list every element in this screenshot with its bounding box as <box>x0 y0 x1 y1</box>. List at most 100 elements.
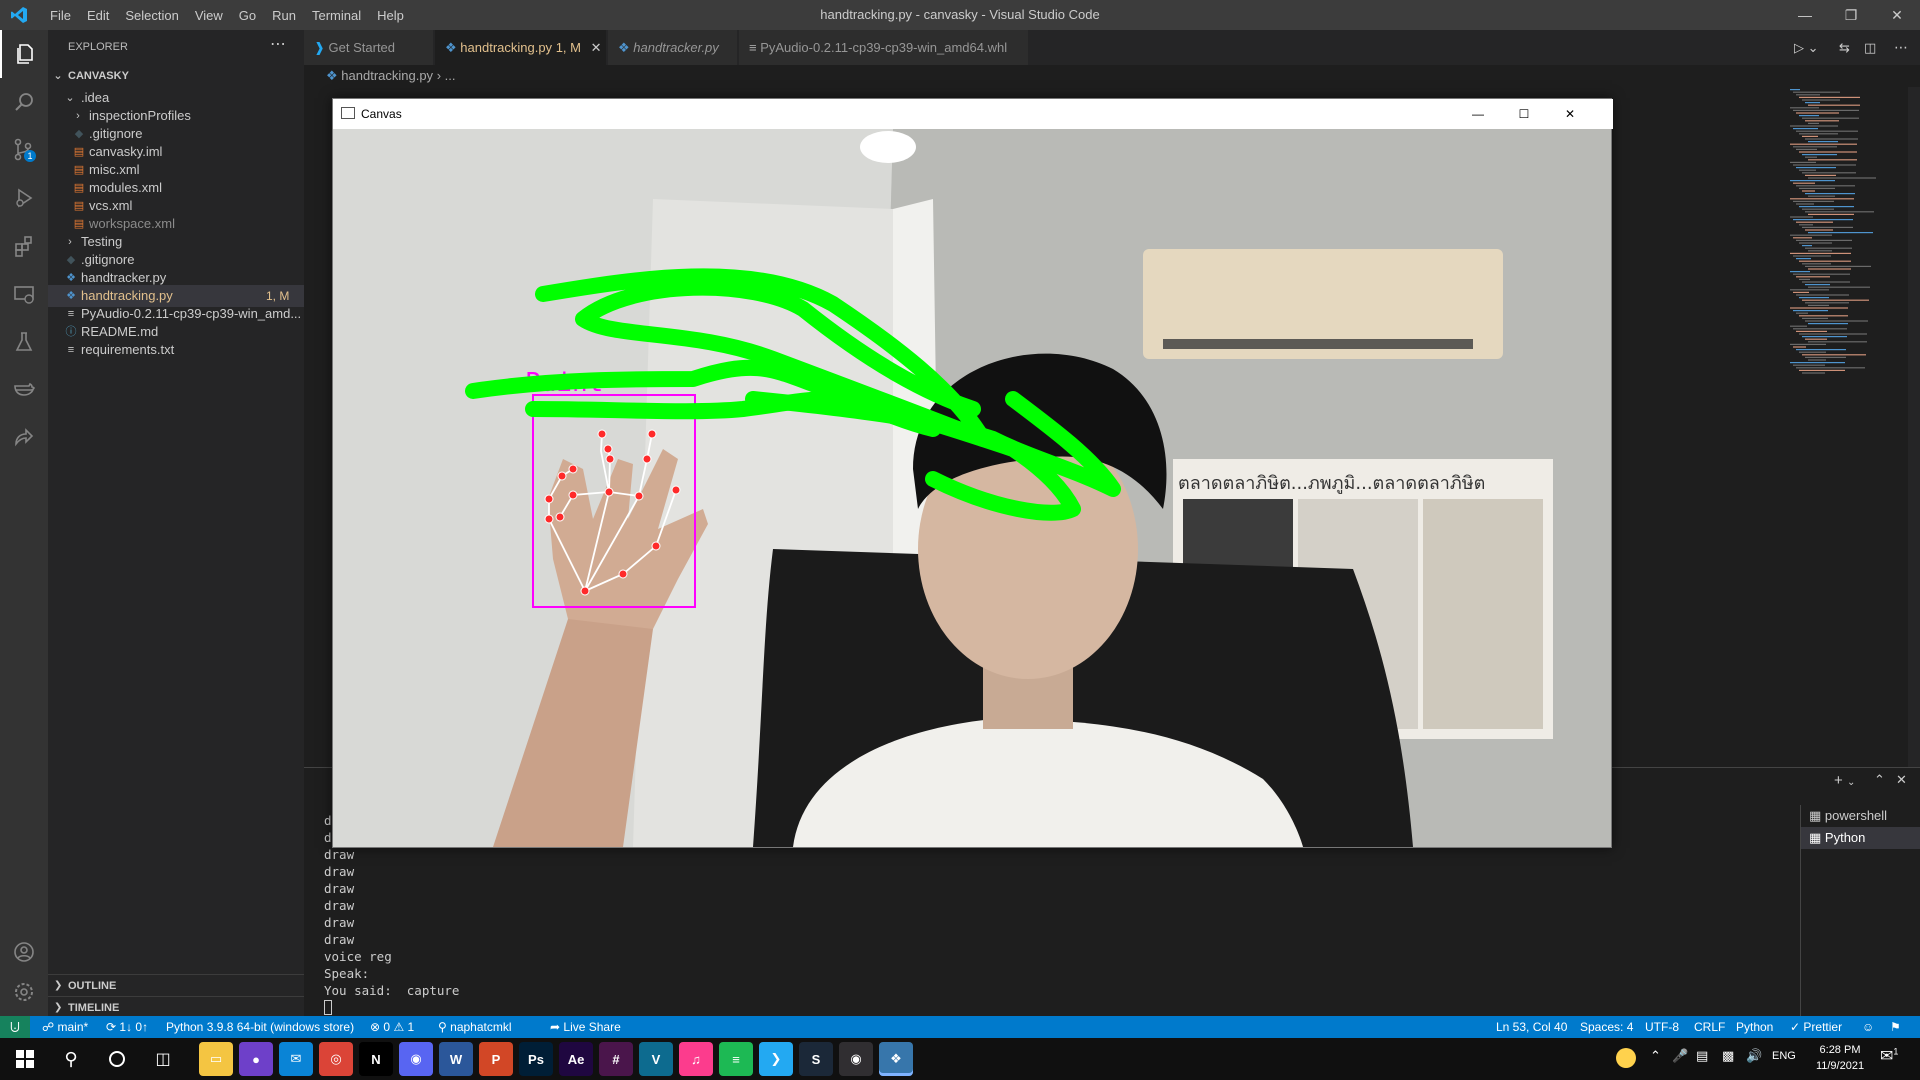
branch-indicator[interactable]: ☍ main* <box>42 1016 88 1038</box>
windows-start-icon[interactable] <box>8 1042 42 1076</box>
menu-file[interactable]: File <box>42 8 79 23</box>
testing-icon[interactable] <box>0 318 48 366</box>
search-icon[interactable] <box>0 78 48 126</box>
canvas-maximize-button[interactable]: ☐ <box>1509 99 1539 129</box>
more-actions-icon[interactable]: ⋯ <box>270 30 286 65</box>
remote-explorer-icon[interactable] <box>0 270 48 318</box>
feedback-icon[interactable]: ☺ <box>1862 1016 1874 1038</box>
run-debug-icon[interactable] <box>0 174 48 222</box>
search-icon[interactable]: ⚲ <box>54 1042 88 1076</box>
docker-icon[interactable] <box>0 366 48 414</box>
minimap[interactable] <box>1784 87 1904 387</box>
menu-run[interactable]: Run <box>264 8 304 23</box>
extensions-icon[interactable] <box>0 222 48 270</box>
tab-get-started[interactable]: ❱ Get Started <box>304 30 434 65</box>
vegas-icon[interactable]: V <box>639 1042 673 1076</box>
user-indicator[interactable]: ⚲ naphatcmkl <box>438 1016 512 1038</box>
camera-feed[interactable]: ตลาดตลาภิษิต...ภพภูมิ...ตลาดตลาภิษิต Pai… <box>333 129 1611 847</box>
menu-terminal[interactable]: Terminal <box>304 8 369 23</box>
canvas-minimize-button[interactable]: — <box>1463 99 1493 129</box>
encoding[interactable]: UTF-8 <box>1645 1016 1679 1038</box>
python-icon[interactable]: ❖ <box>879 1042 913 1076</box>
slack-icon[interactable]: # <box>599 1042 633 1076</box>
terminal-item-powershell[interactable]: ▦ powershell <box>1801 805 1920 827</box>
prettier-indicator[interactable]: ✓ Prettier <box>1790 1016 1842 1038</box>
display-icon[interactable]: ▩ <box>1722 1048 1734 1064</box>
notifications-bell-icon[interactable]: ⚑ <box>1890 1016 1901 1038</box>
itunes-icon[interactable]: ♫ <box>679 1042 713 1076</box>
minimap-line <box>1793 310 1828 312</box>
breadcrumb-rest[interactable]: ... <box>445 68 456 83</box>
spotify-icon[interactable]: ≡ <box>719 1042 753 1076</box>
input-language[interactable]: ENG <box>1772 1050 1796 1062</box>
problems-indicator[interactable]: ⊗ 0 ⚠ 1 <box>370 1016 414 1038</box>
mail-icon[interactable]: ✉ <box>279 1042 313 1076</box>
explorer-icon[interactable]: ▭ <box>199 1042 233 1076</box>
breadcrumb-file[interactable]: handtracking.py <box>341 68 433 83</box>
cortana-icon[interactable] <box>100 1042 134 1076</box>
terminal-line: voice reg <box>324 949 392 964</box>
cursor-position[interactable]: Ln 53, Col 40 <box>1496 1016 1567 1038</box>
menu-go[interactable]: Go <box>231 8 264 23</box>
close-panel-icon[interactable]: ✕ <box>1896 772 1907 794</box>
photoshop-icon[interactable]: Ps <box>519 1042 553 1076</box>
minimap-line <box>1802 299 1869 301</box>
menu-view[interactable]: View <box>187 8 231 23</box>
volume-icon[interactable]: 🔊 <box>1746 1048 1762 1064</box>
git-branch-icon: ☍ <box>42 1020 55 1034</box>
tab-handtracking[interactable]: ❖ handtracking.py 1, M ✕ <box>435 30 607 65</box>
tab-handtracker[interactable]: ❖ handtracker.py <box>608 30 738 65</box>
netflix-icon[interactable]: N <box>359 1042 393 1076</box>
word-icon[interactable]: W <box>439 1042 473 1076</box>
menu-edit[interactable]: Edit <box>79 8 117 23</box>
menu-help[interactable]: Help <box>369 8 412 23</box>
explorer-icon[interactable] <box>0 30 48 78</box>
discord-icon[interactable]: ◉ <box>399 1042 433 1076</box>
task-view-icon[interactable]: ◫ <box>146 1042 180 1076</box>
microphone-icon[interactable]: 🎤 <box>1672 1048 1688 1064</box>
canvas-close-button[interactable]: ✕ <box>1555 99 1585 129</box>
obs-icon[interactable]: ◉ <box>839 1042 873 1076</box>
powerpoint-icon[interactable]: P <box>479 1042 513 1076</box>
close-button[interactable]: ✕ <box>1874 0 1920 30</box>
close-tab-icon[interactable]: ✕ <box>591 40 602 55</box>
new-terminal-icon[interactable]: + ⌄ <box>1834 772 1855 794</box>
terminal-item-python[interactable]: ▦ Python <box>1801 827 1920 849</box>
settings-gear-icon[interactable] <box>0 968 48 1016</box>
language-mode[interactable]: Python <box>1736 1016 1773 1038</box>
compare-icon[interactable]: ⇆ <box>1839 30 1850 65</box>
live-share-icon[interactable] <box>0 414 48 462</box>
timeline-section[interactable]: ❯ TIMELINE <box>48 996 304 1018</box>
run-file-icon[interactable]: ▷ ⌄ <box>1794 30 1819 65</box>
outline-section[interactable]: ❯ OUTLINE <box>48 974 304 996</box>
split-editor-icon[interactable]: ◫ <box>1864 30 1876 65</box>
canvas-window[interactable]: Canvas — ☐ ✕ ตลาดตลาภิษิต...ภพภูมิ...ตลา… <box>332 98 1613 848</box>
project-header[interactable]: ⌄ CANVASKY <box>48 65 304 87</box>
minimize-button[interactable]: — <box>1782 0 1828 30</box>
clock[interactable]: 6:28 PM 11/9/2021 <box>1810 1042 1870 1074</box>
network-icon[interactable]: ▤ <box>1696 1048 1708 1064</box>
source-control-icon[interactable]: 1 <box>0 126 48 174</box>
action-center-icon[interactable]: ✉1 <box>1880 1046 1898 1066</box>
sync-indicator[interactable]: ⟳ 1↓ 0↑ <box>106 1016 148 1038</box>
maximize-panel-icon[interactable]: ⌃ <box>1874 772 1885 794</box>
steam-icon[interactable]: S <box>799 1042 833 1076</box>
remote-indicator-icon[interactable]: ⨃ <box>0 1016 30 1038</box>
tree-file[interactable]: ≡ requirements.txt <box>48 339 304 361</box>
python-interpreter[interactable]: Python 3.9.8 64-bit (windows store) <box>166 1016 354 1038</box>
chrome-icon[interactable]: ◎ <box>319 1042 353 1076</box>
more-actions-icon[interactable]: ⋯ <box>1894 30 1908 65</box>
editor-scrollbar[interactable] <box>1908 87 1920 767</box>
menu-selection[interactable]: Selection <box>117 8 186 23</box>
indentation[interactable]: Spaces: 4 <box>1580 1016 1633 1038</box>
vscode-icon[interactable]: ❯ <box>759 1042 793 1076</box>
end-of-line[interactable]: CRLF <box>1694 1016 1725 1038</box>
after-effects-icon[interactable]: Ae <box>559 1042 593 1076</box>
tab-pyaudio[interactable]: ≡ PyAudio-0.2.11-cp39-cp39-win_amd64.whl <box>739 30 1029 65</box>
restore-button[interactable]: ❐ <box>1828 0 1874 30</box>
live-share-button[interactable]: ➦ Live Share <box>550 1016 621 1038</box>
night-light-icon[interactable] <box>1616 1048 1636 1068</box>
github-desktop-icon[interactable]: ● <box>239 1042 273 1076</box>
tray-chevron-icon[interactable]: ⌃ <box>1650 1048 1661 1064</box>
terminal-line: draw <box>324 915 355 930</box>
